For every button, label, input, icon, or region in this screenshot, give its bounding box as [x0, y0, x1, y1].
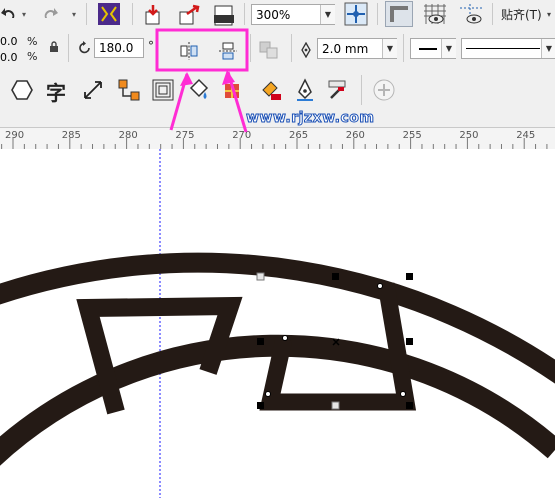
show-guidelines-icon[interactable]: [456, 1, 486, 27]
import-icon[interactable]: [140, 2, 166, 27]
ruler-label: 250: [459, 130, 479, 141]
ruler-label: 290: [5, 130, 25, 141]
watermark-text: www.rjzxw.com: [245, 110, 375, 127]
ruler-label: 260: [345, 130, 365, 141]
text-tool-icon[interactable]: 字: [46, 77, 66, 106]
scale-x-field[interactable]: 0.0: [0, 34, 18, 49]
convert-to-curves-icon[interactable]: [257, 39, 281, 61]
ruler-label: 255: [402, 130, 422, 141]
chevron-down-icon[interactable]: ▾: [20, 8, 28, 20]
show-grid-icon[interactable]: [420, 1, 450, 27]
property-bar: 0.0 % 0.0 % 180.0 ° 2.0 mm ▼ ▼ ▼: [0, 29, 555, 68]
zoom-level-value: 300%: [256, 7, 291, 22]
ruler-label: 280: [118, 130, 138, 141]
scale-y-field[interactable]: 0.0: [0, 50, 18, 65]
undo-icon[interactable]: [0, 3, 18, 25]
mirror-vertical-icon[interactable]: [217, 40, 239, 62]
scale-y-unit: %: [27, 50, 38, 63]
contour-tool-icon[interactable]: [150, 77, 176, 103]
outline-pen-icon[interactable]: [292, 77, 318, 103]
snap-to-menu[interactable]: 贴齐(T): [501, 6, 542, 23]
connector-tool-icon[interactable]: [116, 77, 142, 103]
mirror-horizontal-icon[interactable]: [178, 40, 200, 62]
canvas-drawing: [0, 149, 555, 498]
pen-nib-icon: [298, 41, 314, 59]
drawing-canvas[interactable]: [0, 149, 555, 498]
scale-x-unit: %: [27, 35, 38, 48]
standard-toolbar: ▾ ▾ 300% ▼ 贴齐(T) ▾: [0, 0, 555, 30]
publish-pdf-icon[interactable]: [211, 2, 237, 27]
chevron-down-icon[interactable]: ▼: [441, 39, 456, 58]
lock-ratio-icon[interactable]: [47, 39, 61, 55]
ruler-label: 270: [232, 130, 252, 141]
degree-symbol: °: [148, 39, 154, 53]
corel-connect-icon[interactable]: [96, 1, 122, 27]
ruler-label: 275: [175, 130, 195, 141]
export-icon[interactable]: [176, 2, 202, 27]
mesh-fill-icon[interactable]: [218, 77, 244, 103]
chevron-down-icon[interactable]: ▼: [320, 5, 335, 24]
full-screen-icon[interactable]: [343, 1, 369, 27]
chevron-down-icon[interactable]: ▾: [544, 7, 554, 21]
rotation-icon: [77, 40, 93, 56]
ruler-label: 265: [289, 130, 309, 141]
add-icon[interactable]: [371, 77, 397, 103]
fill-tool-icon[interactable]: [186, 77, 212, 103]
show-rulers-icon[interactable]: [385, 1, 413, 27]
color-eyedropper-icon[interactable]: [324, 77, 350, 103]
chevron-down-icon[interactable]: ▾: [70, 8, 78, 20]
polygon-tool-icon[interactable]: [9, 77, 35, 103]
horizontal-ruler[interactable]: 290 285 280 275 270 265 260 255 250 245: [0, 127, 555, 151]
ruler-label: 245: [516, 130, 536, 141]
dimension-tool-icon[interactable]: [80, 77, 106, 103]
chevron-down-icon[interactable]: ▼: [382, 39, 397, 58]
smart-fill-icon[interactable]: [258, 77, 284, 103]
chevron-down-icon[interactable]: ▼: [541, 39, 555, 58]
redo-icon[interactable]: [40, 3, 62, 25]
ruler-label: 285: [61, 130, 81, 141]
rotation-angle-field[interactable]: 180.0: [94, 38, 144, 58]
